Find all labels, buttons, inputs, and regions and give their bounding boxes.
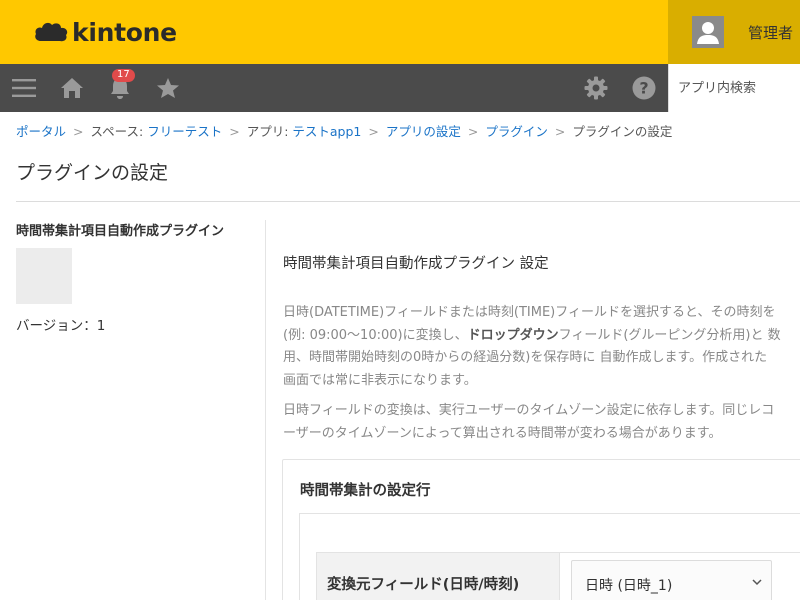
breadcrumb-separator: > [73,124,84,139]
description-line: 画面では常に非表示になります。 [283,372,477,388]
breadcrumb: ポータル > スペース: フリーテスト > アプリ: テストapp1 > アプリの設定 > プラ… [16,121,672,140]
plugin-name: 時間帯集計項目自動作成プラグイン [16,224,225,239]
home-button[interactable] [48,64,96,112]
divider [16,201,800,202]
description-line: 用、時間帯開始時刻の0時からの経過分数)を保存時に 自動作成します。作成された [283,350,768,365]
cloud-logo-icon [35,22,68,42]
user-icon [697,22,719,44]
breadcrumb-separator: > [229,124,240,139]
user-menu[interactable]: 管理者 [668,0,800,64]
menu-icon [12,79,36,97]
breadcrumb-space-prefix: スペース: [90,124,148,139]
description-text: (例: 09:00〜10:00)に変換し、 [283,327,468,343]
description-conversion: 日時(DATETIME)フィールドまたは時刻(TIME)フィールドを選択すると、… [283,302,800,392]
favorites-button[interactable] [144,64,192,112]
breadcrumb-app-settings[interactable]: アプリの設定 [386,124,461,139]
app-search [668,64,800,112]
breadcrumb-portal[interactable]: ポータル [16,124,66,139]
avatar [692,16,724,48]
page-title: プラグインの設定 [16,162,169,184]
chevron-down-icon [752,579,762,586]
description-emphasis: ドロップダウン [467,327,559,343]
source-field-select[interactable]: 日時 (日時_1) [571,560,772,600]
description-line: 日時フィールドの変換は、実行ユーザーのタイムゾーン設定に依存します。同じレコ [283,403,775,418]
breadcrumb-separator: > [467,124,479,139]
panel-title: 時間帯集計の設定行 [300,483,431,499]
help-icon: ? [632,76,656,100]
description-line: (例: 09:00〜10:00)に変換し、ドロップダウンフィールド(グルーピング… [283,325,800,348]
description-text: フィールド(グルーピング分析用)と 数 [558,327,781,343]
breadcrumb-current: プラグインの設定 [572,124,673,139]
svg-text:?: ? [639,79,648,98]
home-icon [61,78,83,98]
plugin-version: バージョン：1 [16,318,106,334]
notification-badge: 17 [112,69,135,82]
breadcrumb-app-prefix: アプリ: [246,124,293,139]
column-divider [265,220,266,600]
description-line: 日時(DATETIME)フィールドまたは時刻(TIME)フィールドを選択すると、… [283,305,776,320]
menu-button[interactable] [0,64,48,112]
user-name: 管理者 [748,24,794,42]
breadcrumb-space[interactable]: フリーテスト [147,124,222,139]
settings-title: 時間帯集計項目自動作成プラグイン 設定 [283,256,549,272]
description-line: ーザーのタイムゾーンによって算出される時間帯が変わる場合があります。 [283,425,722,441]
source-field-select-value: 日時 (日時_1) [585,578,673,594]
header-bar: kintone 管理者 [0,0,800,64]
breadcrumb-separator: > [368,124,379,139]
plugin-icon [16,248,72,304]
breadcrumb-app[interactable]: テストapp1 [292,124,361,139]
gear-icon [584,76,608,100]
app-search-input[interactable] [669,64,800,112]
star-icon [157,78,179,98]
settings-button[interactable] [572,64,620,112]
help-button[interactable]: ? [620,64,668,112]
description-timezone: 日時フィールドの変換は、実行ユーザーのタイムゾーン設定に依存します。同じレコ ー… [283,400,800,445]
breadcrumb-separator: > [554,124,566,139]
app-name: kintone [72,17,177,47]
source-field-label: 変換元フィールド(日時/時刻) [327,577,520,593]
breadcrumb-plugin[interactable]: プラグイン [485,124,548,139]
kintone-logo[interactable]: kintone [34,16,177,48]
